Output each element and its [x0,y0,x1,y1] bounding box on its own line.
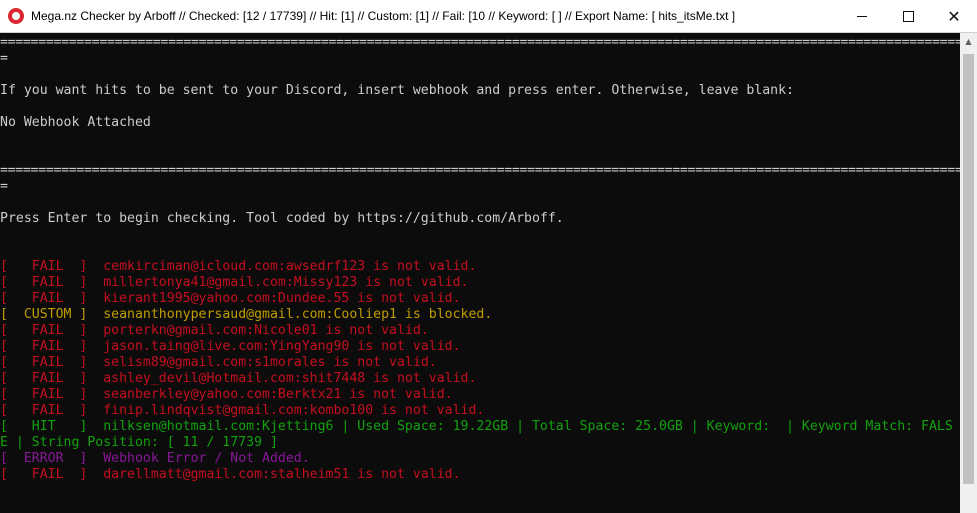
maximize-button[interactable] [885,0,931,33]
scroll-up-arrow-icon[interactable]: ▲ [960,33,977,50]
log-message: selism89@gmail.com:s1morales is not vali… [103,355,437,370]
log-message: seananthonypersaud@gmail.com:Cooliep1 is… [103,307,493,322]
log-entry: [ FAIL ] jason.taing@live.com:YingYang90… [0,339,960,355]
log-entry: [ FAIL ] millertonya41@gmail.com:Missy12… [0,275,960,291]
webhook-status: No Webhook Attached [0,115,151,130]
log-entry: [ FAIL ] cemkirciman@icloud.com:awsedrf1… [0,259,960,275]
log-entry: E | String Position: [ 11 / 17739 ] [0,435,960,451]
log-status: [ FAIL ] [0,339,88,354]
log-entry: [ FAIL ] porterkn@gmail.com:Nicole01 is … [0,323,960,339]
log-entry: [ CUSTOM ] seananthonypersaud@gmail.com:… [0,307,960,323]
log-status: [ HIT ] [0,419,88,434]
log-message: finip.lindqvist@gmail.com:kombo100 is no… [103,403,485,418]
log-message: seanberkley@yahoo.com:Berktx21 is not va… [103,387,453,402]
separator-line: ========================================… [0,163,960,178]
log-status: [ FAIL ] [0,259,88,274]
log-message: cemkirciman@icloud.com:awsedrf123 is not… [103,259,477,274]
separator-tail: = [0,179,8,194]
log-message: ashley_devil@Hotmail.com:shit7448 is not… [103,371,477,386]
log-status: [ FAIL ] [0,387,88,402]
log-status: [ ERROR ] [0,451,88,466]
log-status: [ FAIL ] [0,467,88,482]
log-entry: [ ERROR ] Webhook Error / Not Added. [0,451,960,467]
log-message: jason.taing@live.com:YingYang90 is not v… [103,339,461,354]
log-entry: [ FAIL ] seanberkley@yahoo.com:Berktx21 … [0,387,960,403]
separator-line: ========================================… [0,35,960,50]
log-status: [ FAIL ] [0,371,88,386]
start-prompt: Press Enter to begin checking. Tool code… [0,211,564,226]
log-message: E | String Position: [ 11 / 17739 ] [0,435,278,450]
log-status: [ FAIL ] [0,355,88,370]
log-status: [ FAIL ] [0,403,88,418]
title-bar[interactable]: Mega.nz Checker by Arboff // Checked: [1… [0,0,977,33]
app-icon[interactable] [8,8,24,24]
log-entry: [ FAIL ] kierant1995@yahoo.com:Dundee.55… [0,291,960,307]
log-message: kierant1995@yahoo.com:Dundee.55 is not v… [103,291,461,306]
log-message: Webhook Error / Not Added. [103,451,310,466]
window-title: Mega.nz Checker by Arboff // Checked: [1… [31,9,736,23]
log-status: [ FAIL ] [0,323,88,338]
log-message: nilksen@hotmail.com:Kjetting6 | Used Spa… [103,419,953,434]
minimize-button[interactable] [839,0,885,33]
log-status: [ CUSTOM ] [0,307,88,322]
separator-tail: = [0,51,8,66]
log-entry: [ HIT ] nilksen@hotmail.com:Kjetting6 | … [0,419,960,435]
log-status: [ FAIL ] [0,275,88,290]
log-message: millertonya41@gmail.com:Missy123 is not … [103,275,469,290]
log-list: [ FAIL ] cemkirciman@icloud.com:awsedrf1… [0,259,960,483]
log-entry: [ FAIL ] darellmatt@gmail.com:stalheim51… [0,467,960,483]
log-status: [ FAIL ] [0,291,88,306]
log-message: darellmatt@gmail.com:stalheim51 is not v… [103,467,461,482]
log-entry: [ FAIL ] selism89@gmail.com:s1morales is… [0,355,960,371]
log-entry: [ FAIL ] finip.lindqvist@gmail.com:kombo… [0,403,960,419]
console-output[interactable]: ========================================… [0,33,960,513]
scroll-thumb[interactable] [963,54,974,484]
close-button[interactable]: ✕ [931,0,977,33]
log-entry: [ FAIL ] ashley_devil@Hotmail.com:shit74… [0,371,960,387]
webhook-prompt: If you want hits to be sent to your Disc… [0,83,794,98]
vertical-scrollbar[interactable]: ▲ [960,33,977,513]
log-message: porterkn@gmail.com:Nicole01 is not valid… [103,323,429,338]
